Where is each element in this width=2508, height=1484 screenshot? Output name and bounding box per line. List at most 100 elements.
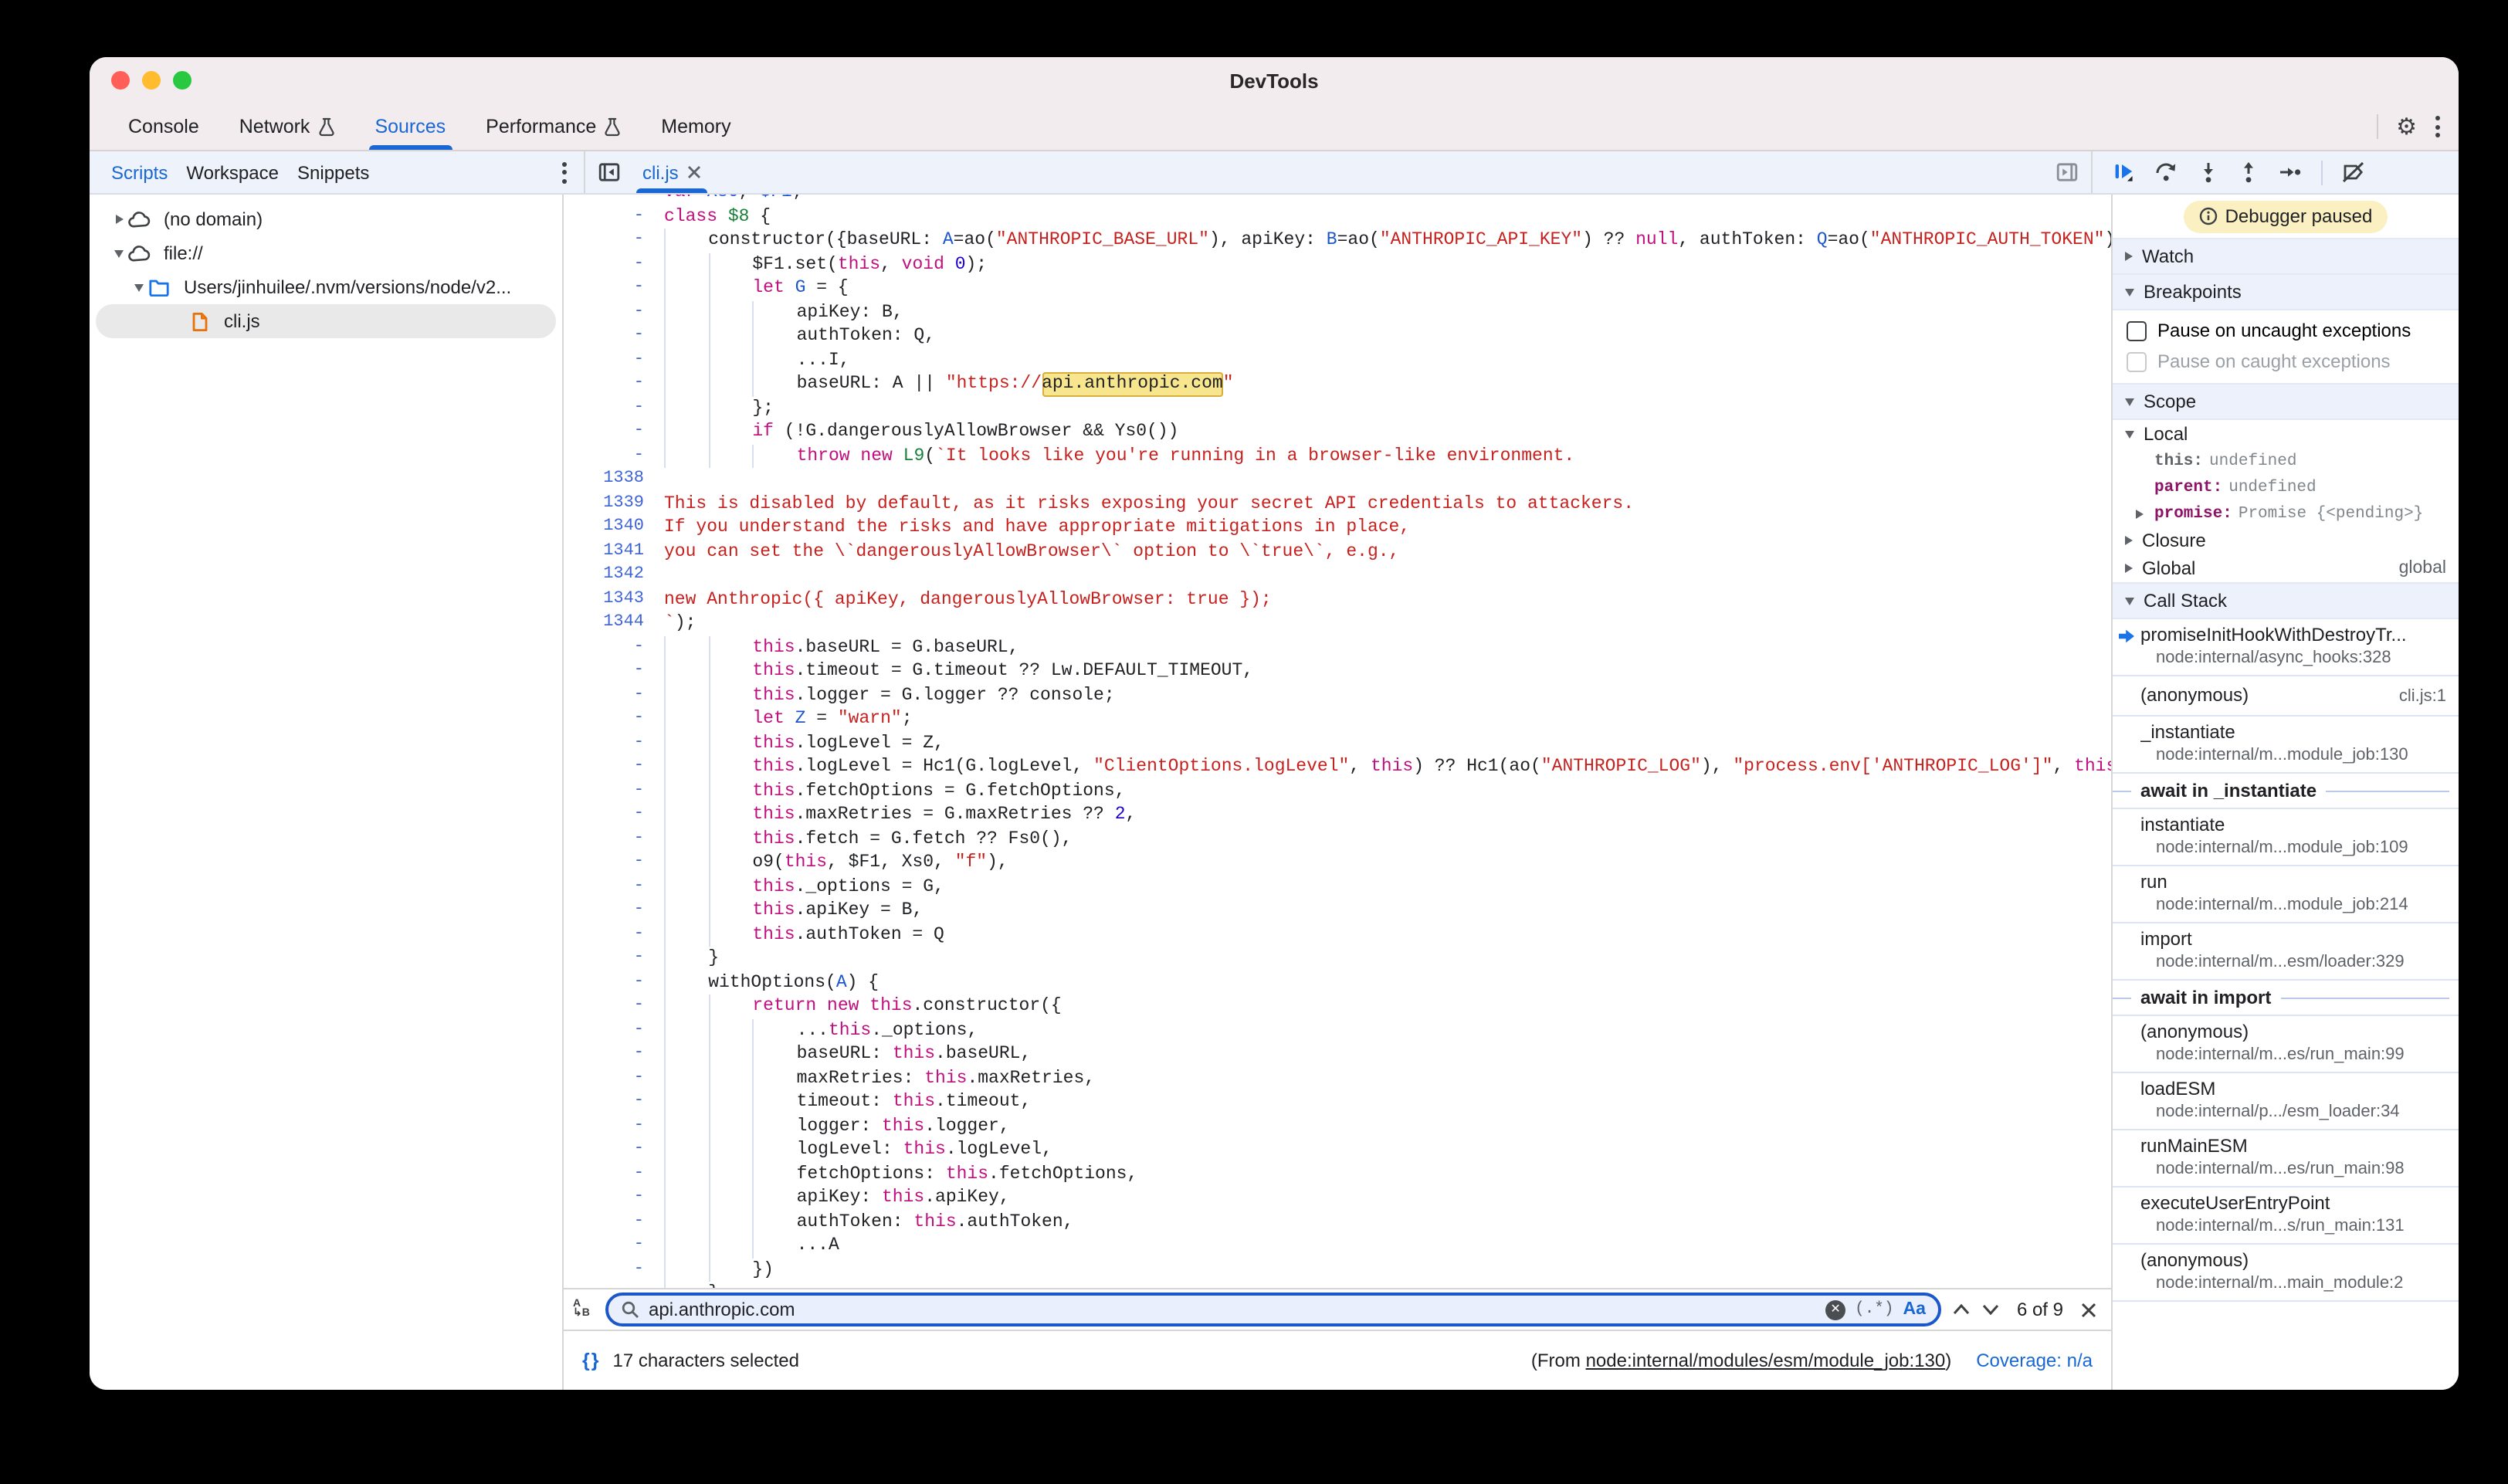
code-line[interactable]: -this.fetch = G.fetch ?? Fs0(),: [564, 827, 2111, 851]
line-marker[interactable]: -: [564, 300, 644, 324]
line-marker[interactable]: -: [564, 659, 644, 683]
code-line[interactable]: -let G = {: [564, 276, 2111, 300]
code-line[interactable]: -return new this.constructor({: [564, 994, 2111, 1018]
code-line[interactable]: 1342: [564, 564, 2111, 588]
previous-match-icon[interactable]: [1952, 1303, 1971, 1316]
code-line[interactable]: -this.apiKey = B,: [564, 899, 2111, 923]
coverage-link[interactable]: Coverage: n/a: [1976, 1350, 2093, 1371]
scope-variable-parent[interactable]: parent:undefined: [2113, 474, 2459, 500]
chevron-right-icon[interactable]: [111, 215, 127, 224]
line-marker[interactable]: -: [564, 875, 644, 899]
code-line[interactable]: -apiKey: B,: [564, 300, 2111, 324]
open-sidebar-icon[interactable]: [2056, 161, 2079, 184]
code-line[interactable]: -let Z = "warn";: [564, 707, 2111, 731]
call-stack-frame[interactable]: promiseInitHookWithDestroyTr...node:inte…: [2113, 619, 2459, 676]
from-location-link[interactable]: node:internal/modules/esm/module_job:130: [1586, 1350, 1946, 1371]
line-marker[interactable]: -: [564, 324, 644, 348]
replace-toggle-icon[interactable]: A↳B: [573, 1300, 595, 1319]
line-marker[interactable]: -: [564, 1210, 644, 1234]
code-line[interactable]: -var Xs0, $F1;: [564, 195, 2111, 205]
code-line[interactable]: -maxRetries: this.maxRetries,: [564, 1066, 2111, 1090]
code-line[interactable]: -throw new L9(`It looks like you're runn…: [564, 444, 2111, 468]
line-marker[interactable]: -: [564, 276, 644, 300]
code-line[interactable]: -baseURL: A || "https://api.anthropic.co…: [564, 372, 2111, 396]
resume-script-icon[interactable]: [2113, 161, 2136, 184]
line-marker[interactable]: -: [564, 1138, 644, 1162]
line-marker[interactable]: -: [564, 1162, 644, 1186]
line-number[interactable]: 1344: [564, 612, 644, 635]
line-marker[interactable]: -: [564, 851, 644, 875]
line-number[interactable]: 1340: [564, 516, 644, 540]
tree-item-cli-js[interactable]: cli.js: [96, 304, 556, 338]
line-marker[interactable]: -: [564, 803, 644, 827]
code-line[interactable]: -authToken: Q,: [564, 324, 2111, 348]
scope-group-local[interactable]: Local: [2113, 420, 2459, 448]
pretty-print-icon[interactable]: {}: [582, 1350, 600, 1371]
call-stack-frame[interactable]: _instantiatenode:internal/m...module_job…: [2113, 717, 2459, 774]
step-out-icon[interactable]: [2238, 161, 2259, 184]
line-marker[interactable]: -: [564, 396, 644, 420]
scope-group-global[interactable]: Globalglobal: [2113, 554, 2459, 582]
line-marker[interactable]: -: [564, 947, 644, 971]
step-over-icon[interactable]: [2154, 161, 2179, 184]
code-line[interactable]: -...I,: [564, 348, 2111, 372]
code-line[interactable]: -baseURL: this.baseURL,: [564, 1042, 2111, 1066]
line-marker[interactable]: -: [564, 1258, 644, 1282]
tree-item--no-domain-[interactable]: (no domain): [96, 202, 556, 236]
code-line[interactable]: -}: [564, 947, 2111, 971]
line-number[interactable]: 1342: [564, 564, 644, 588]
code-line[interactable]: -}: [564, 1282, 2111, 1288]
code-editor[interactable]: -var Xs0, $F1;-class $8 {-constructor({b…: [564, 195, 2111, 1288]
line-marker[interactable]: -: [564, 635, 644, 659]
call-stack-frame[interactable]: (anonymous)cli.js:1: [2113, 676, 2459, 717]
close-tab-icon[interactable]: [688, 165, 702, 179]
code-line[interactable]: -o9(this, $F1, Xs0, "f"),: [564, 851, 2111, 875]
tree-item-file-[interactable]: file://: [96, 236, 556, 270]
code-line[interactable]: -this.logLevel = Hc1(G.logLevel, "Client…: [564, 755, 2111, 779]
line-marker[interactable]: -: [564, 683, 644, 707]
line-marker[interactable]: -: [564, 372, 644, 396]
code-line[interactable]: -apiKey: this.apiKey,: [564, 1186, 2111, 1210]
scope-variable-this[interactable]: this:undefined: [2113, 448, 2459, 474]
more-options-icon[interactable]: [2435, 116, 2440, 137]
line-number[interactable]: 1341: [564, 540, 644, 564]
code-line[interactable]: -constructor({baseURL: A=ao("ANTHROPIC_B…: [564, 229, 2111, 252]
code-line[interactable]: -class $8 {: [564, 205, 2111, 229]
call-stack-frame[interactable]: runnode:internal/m...module_job:214: [2113, 866, 2459, 923]
navigator-tab-workspace[interactable]: Workspace: [186, 161, 279, 183]
line-number[interactable]: 1339: [564, 492, 644, 516]
code-line[interactable]: -this.fetchOptions = G.fetchOptions,: [564, 779, 2111, 803]
match-case-toggle[interactable]: Aa: [1903, 1300, 1926, 1319]
code-line[interactable]: -...A: [564, 1234, 2111, 1258]
call-stack-frame[interactable]: instantiatenode:internal/m...module_job:…: [2113, 809, 2459, 866]
code-line[interactable]: -}): [564, 1258, 2111, 1282]
line-marker[interactable]: -: [564, 994, 644, 1018]
chevron-right-icon[interactable]: [2136, 509, 2144, 518]
line-marker[interactable]: -: [564, 1090, 644, 1114]
step-into-icon[interactable]: [2198, 161, 2219, 184]
line-marker[interactable]: -: [564, 444, 644, 468]
watch-section-header[interactable]: Watch: [2113, 238, 2459, 275]
deactivate-breakpoints-icon[interactable]: [2341, 161, 2366, 184]
code-line[interactable]: -authToken: this.authToken,: [564, 1210, 2111, 1234]
line-number[interactable]: 1338: [564, 468, 644, 492]
line-marker[interactable]: -: [564, 1234, 644, 1258]
main-tab-sources[interactable]: Sources: [354, 103, 466, 150]
main-tab-network[interactable]: Network: [219, 103, 355, 150]
line-marker[interactable]: -: [564, 252, 644, 276]
code-line[interactable]: 1344`);: [564, 612, 2111, 635]
code-line[interactable]: -this.baseURL = G.baseURL,: [564, 635, 2111, 659]
code-line[interactable]: 1343new Anthropic({ apiKey, dangerouslyA…: [564, 588, 2111, 612]
line-marker[interactable]: -: [564, 779, 644, 803]
main-tab-memory[interactable]: Memory: [641, 103, 751, 150]
code-line[interactable]: -};: [564, 396, 2111, 420]
breakpoints-section-header[interactable]: Breakpoints: [2113, 275, 2459, 310]
code-line[interactable]: -this.authToken = Q: [564, 923, 2111, 947]
scope-variable-promise[interactable]: promise:Promise {<pending>}: [2113, 500, 2459, 527]
code-line[interactable]: 1341you can set the \`dangerouslyAllowBr…: [564, 540, 2111, 564]
chevron-down-icon[interactable]: [131, 283, 147, 291]
line-marker[interactable]: -: [564, 971, 644, 994]
scope-section-header[interactable]: Scope: [2113, 383, 2459, 420]
code-line[interactable]: -fetchOptions: this.fetchOptions,: [564, 1162, 2111, 1186]
call-stack-frame[interactable]: executeUserEntryPointnode:internal/m...s…: [2113, 1188, 2459, 1245]
